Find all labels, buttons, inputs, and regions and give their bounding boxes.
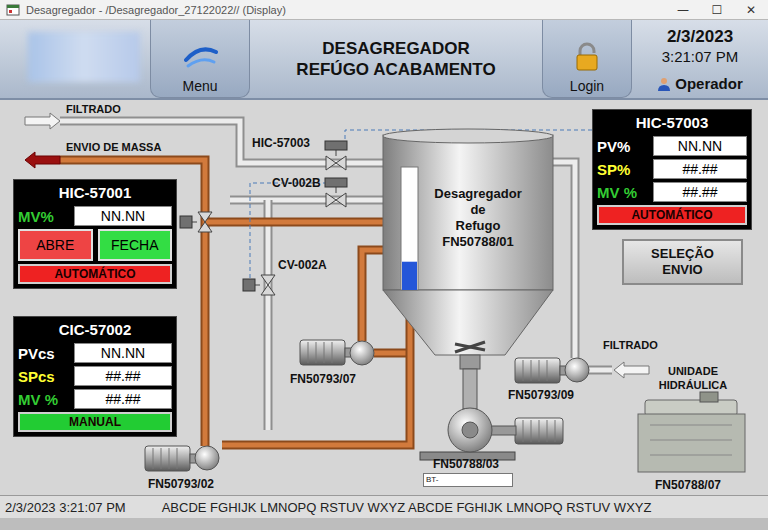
filtrate-pipe bbox=[589, 370, 612, 371]
faceplate-value-field[interactable]: NN.NN bbox=[74, 206, 172, 226]
pulp-pipe bbox=[205, 222, 385, 223]
stream-label: FILTRADO bbox=[66, 102, 121, 116]
faceplate-buttons: ABREFECHA bbox=[18, 229, 172, 261]
hydraulic-unit-icon bbox=[638, 392, 745, 472]
mode-button[interactable]: AUTOMÁTICO bbox=[597, 205, 747, 225]
pump-tag: FN50788/03 bbox=[433, 457, 499, 471]
filtrate-pipe bbox=[268, 200, 269, 430]
valve-tag: CV-002B bbox=[272, 176, 321, 190]
pump-tag: FN50793/02 bbox=[148, 477, 214, 491]
faceplate-row-label: SP% bbox=[597, 161, 649, 178]
faceplate[interactable]: HIC-57003PV%NN.NNSP%##.##MV %##.##AUTOMÁ… bbox=[592, 109, 752, 230]
faceplate[interactable]: CIC-57002PVcsNN.NNSPcs##.##MV %##.##MANU… bbox=[13, 316, 177, 437]
pump-badge: BT- bbox=[423, 473, 513, 487]
status-datetime: 2/3/2023 3:21:07 PM bbox=[5, 500, 126, 515]
header-bar: MenuDESAGREGADORREFÚGO ACABAMENTOLogin2/… bbox=[0, 20, 768, 100]
flow-arrow-icon bbox=[25, 152, 60, 168]
faceplate-value-field[interactable]: NN.NN bbox=[74, 343, 172, 363]
valve[interactable] bbox=[325, 141, 347, 170]
login-button[interactable]: Login bbox=[542, 20, 632, 98]
swirl-icon bbox=[180, 42, 220, 72]
faceplate[interactable]: HIC-57001 MV%NN.NN ABREFECHA AUTOMÁTICO bbox=[13, 179, 177, 289]
pump[interactable] bbox=[300, 340, 374, 365]
date-text: 2/3/2023 bbox=[667, 26, 733, 47]
pump[interactable] bbox=[515, 358, 589, 383]
screen-title: DESAGREGADORREFÚGO ACABAMENTO bbox=[250, 20, 542, 98]
clock-panel: 2/3/20233:21:07 PM Operador bbox=[632, 20, 768, 98]
faceplate-row: PVcsNN.NN bbox=[18, 343, 172, 363]
pump-tag: FN50793/09 bbox=[508, 388, 574, 402]
faceplate-row: SPcs##.## bbox=[18, 366, 172, 386]
faceplate-value-field[interactable]: ##.## bbox=[653, 159, 747, 179]
faceplate-value-field[interactable]: ##.## bbox=[74, 389, 172, 409]
mode-button[interactable]: MANUAL bbox=[18, 412, 172, 432]
window-controls: —☐✕ bbox=[666, 0, 768, 19]
selection-button[interactable]: SELEÇÃOENVIO bbox=[622, 239, 743, 285]
faceplate-row-label: MV% bbox=[18, 208, 70, 225]
disintegrator-tank bbox=[383, 129, 553, 369]
faceplate-value-field[interactable]: ##.## bbox=[74, 366, 172, 386]
pulp-pipe bbox=[362, 250, 386, 341]
faceplate-row-label: MV % bbox=[597, 184, 649, 201]
faceplate-row-label: SPcs bbox=[18, 368, 70, 385]
hydraulic-unit-tag: FN50788/07 bbox=[655, 478, 721, 492]
pump[interactable] bbox=[420, 369, 563, 460]
window-control-button[interactable]: ☐ bbox=[700, 0, 734, 19]
valve[interactable] bbox=[325, 178, 347, 207]
hmi-screen: Desagregador - /Desagregador_27122022// … bbox=[0, 0, 768, 530]
faceplate-row-label: MV % bbox=[18, 391, 70, 408]
flow-arrow-icon bbox=[614, 362, 649, 378]
faceplate-title: HIC-57001 bbox=[18, 183, 172, 203]
menu-button[interactable]: Menu bbox=[150, 20, 250, 98]
faceplate-row: MV %##.## bbox=[597, 182, 747, 202]
level-fill bbox=[402, 262, 417, 290]
process-diagram: FILTRADO ENVIO DE MASSA FILTRADO HIC-57003 C… bbox=[0, 100, 768, 495]
faceplate-command-button[interactable]: FECHA bbox=[98, 229, 173, 261]
bottom-strip bbox=[0, 518, 768, 530]
faceplate-value-field[interactable]: ##.## bbox=[653, 182, 747, 202]
stream-label: FILTRADO bbox=[603, 338, 658, 352]
mode-button[interactable]: AUTOMÁTICO bbox=[18, 264, 172, 284]
flow-arrow-icon bbox=[25, 113, 60, 129]
valve[interactable] bbox=[180, 212, 212, 232]
company-logo bbox=[28, 32, 140, 82]
user-indicator[interactable]: Operador bbox=[657, 75, 743, 92]
window-title: Desagregador - /Desagregador_27122022// … bbox=[26, 4, 660, 16]
lock-icon bbox=[572, 42, 602, 72]
window-titlebar: Desagregador - /Desagregador_27122022// … bbox=[0, 0, 768, 20]
faceplate-row: MV %##.## bbox=[18, 389, 172, 409]
pulp-pipe bbox=[222, 318, 410, 445]
tank-label: DesagregadordeRefugoFN50788/01 bbox=[420, 186, 536, 250]
faceplate-command-button[interactable]: ABRE bbox=[18, 229, 93, 261]
faceplate-row-label: PV% bbox=[597, 138, 649, 155]
faceplate-row-label: PVcs bbox=[18, 345, 70, 362]
pump[interactable] bbox=[145, 446, 219, 471]
window-control-button[interactable]: — bbox=[666, 0, 700, 19]
hydraulic-unit-label: UNIDADEHIDRÁULICA bbox=[636, 364, 750, 392]
person-icon bbox=[657, 77, 671, 91]
valve-tag: HIC-57003 bbox=[252, 136, 310, 150]
level-track bbox=[401, 167, 418, 290]
agitator-icon bbox=[455, 342, 485, 352]
filtrate-pipe bbox=[553, 162, 575, 358]
app-window-icon bbox=[6, 3, 20, 17]
valve-tag: CV-002A bbox=[278, 258, 327, 272]
faceplate-row: SP%##.## bbox=[597, 159, 747, 179]
time-text: 3:21:07 PM bbox=[662, 47, 739, 67]
faceplate-title: CIC-57002 bbox=[18, 320, 172, 340]
faceplate-value-field[interactable]: NN.NN bbox=[653, 136, 747, 156]
faceplate-title: HIC-57003 bbox=[597, 113, 747, 133]
pump-tag: FN50793/07 bbox=[290, 372, 356, 386]
status-ticker: ABCDE FGHIJK LMNOPQ RSTUV WXYZ ABCDE FGH… bbox=[162, 500, 652, 515]
filtrate-pipe bbox=[230, 200, 385, 201]
stream-label: ENVIO DE MASSA bbox=[66, 140, 161, 154]
window-control-button[interactable]: ✕ bbox=[734, 0, 768, 19]
status-bar: 2/3/2023 3:21:07 PM ABCDE FGHIJK LMNOPQ R… bbox=[0, 495, 768, 518]
faceplate-row: PV%NN.NN bbox=[597, 136, 747, 156]
pulp-pipe bbox=[374, 353, 410, 354]
faceplate-row: MV%NN.NN bbox=[18, 206, 172, 226]
valve[interactable] bbox=[243, 275, 275, 295]
